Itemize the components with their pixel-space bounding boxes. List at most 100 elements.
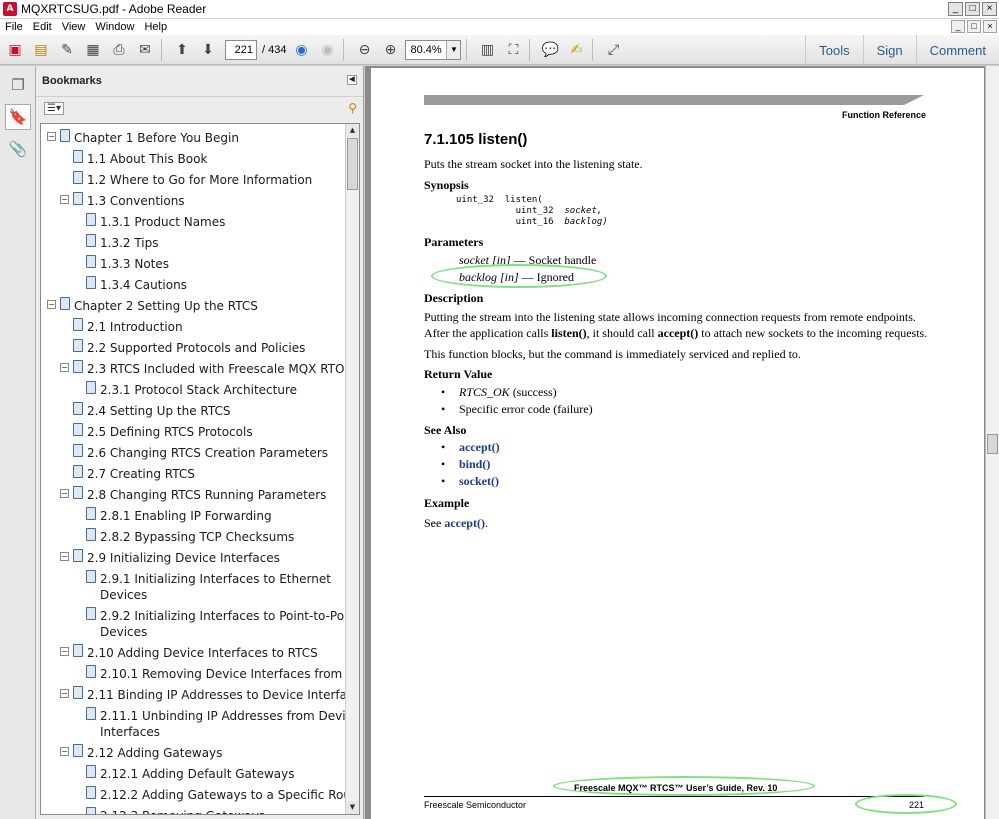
full-screen-icon[interactable]: ⤢	[602, 39, 624, 61]
previous-page-icon[interactable]: ⬆	[171, 39, 193, 61]
expand-collapse-icon[interactable]: −	[60, 647, 69, 656]
bookmark-item[interactable]: 2.12.2 Adding Gateways to a Specific Rou…	[41, 785, 359, 806]
bookmark-icon	[86, 507, 96, 520]
save-icon[interactable]: ▦	[82, 39, 104, 61]
bookmark-item[interactable]: 2.3.1 Protocol Stack Architecture	[41, 380, 347, 401]
print-icon[interactable]: ⎙	[108, 39, 130, 61]
expand-collapse-icon[interactable]: −	[47, 300, 56, 309]
minimize-button[interactable]: _	[948, 2, 963, 16]
bookmark-item[interactable]: 2.9.1 Initializing Interfaces to Etherne…	[41, 569, 347, 606]
attachments-icon[interactable]: 📎	[5, 136, 31, 162]
create-pdf-icon[interactable]: ▣	[4, 39, 26, 61]
doc-minimize-button[interactable]: _	[951, 20, 965, 33]
scroll-down-icon[interactable]: ▼	[346, 801, 359, 814]
highlight-icon[interactable]: ✍	[565, 39, 587, 61]
bookmark-item[interactable]: − 2.3 RTCS Included with Freescale MQX RT…	[41, 359, 352, 380]
comment-bubble-icon[interactable]: 💬	[539, 39, 561, 61]
link-accept[interactable]: accept()	[459, 440, 500, 455]
bookmark-icon	[73, 150, 83, 163]
menu-view[interactable]: View	[57, 21, 91, 33]
find-bookmark-icon[interactable]: ⚲	[348, 101, 357, 115]
document-scroll-thumb[interactable]	[987, 434, 998, 454]
bookmark-item[interactable]: 2.1 Introduction	[41, 317, 347, 338]
expand-collapse-icon[interactable]: −	[60, 489, 69, 498]
bookmark-item[interactable]: 2.10.1 Removing Device Interfaces from R…	[41, 664, 359, 685]
expand-collapse-icon[interactable]: −	[60, 195, 69, 204]
zoom-in-icon[interactable]: ⊕	[379, 39, 401, 61]
bookmark-item[interactable]: 2.7 Creating RTCS	[41, 464, 347, 485]
document-scrollbar[interactable]	[985, 66, 999, 819]
close-button[interactable]: ×	[982, 2, 997, 16]
bookmark-item[interactable]: − 2.8 Changing RTCS Running Parameters	[41, 485, 347, 506]
bookmark-item[interactable]: 1.3.1 Product Names	[41, 212, 347, 233]
bookmark-item[interactable]: 2.9.2 Initializing Interfaces to Point-t…	[41, 606, 359, 643]
collapse-panel-icon[interactable]: ◀	[347, 75, 357, 85]
zoom-out-icon[interactable]: ⊖	[353, 39, 375, 61]
zoom-select[interactable]: 80.4% ▼	[405, 39, 462, 60]
expand-collapse-icon[interactable]: −	[60, 552, 69, 561]
link-accept-example[interactable]: accept()	[444, 516, 485, 530]
bookmark-item[interactable]: − 2.11 Binding IP Addresses to Device Int…	[41, 685, 359, 706]
fit-width-icon[interactable]: ⛶	[502, 39, 524, 61]
bookmark-item[interactable]: − Chapter 1 Before You Begin	[41, 128, 347, 149]
menu-file[interactable]: File	[0, 21, 28, 33]
bookmark-label: Chapter 2 Setting Up the RTCS	[74, 299, 258, 313]
bookmark-item[interactable]: 1.2 Where to Go for More Information	[41, 170, 347, 191]
bookmark-item[interactable]: − 1.3 Conventions	[41, 191, 347, 212]
options-menu-icon[interactable]: ☰▾	[44, 102, 64, 115]
page-thumbnails-icon[interactable]: ❐	[5, 72, 31, 98]
scroll-thumb[interactable]	[347, 138, 358, 190]
bookmarks-scrollbar[interactable]: ▲ ▼	[345, 124, 359, 814]
bookmark-label: 2.12.3 Removing Gateways	[100, 808, 265, 814]
doc-close-button[interactable]: ×	[983, 20, 997, 33]
bookmark-item[interactable]: 2.5 Defining RTCS Protocols	[41, 422, 347, 443]
menu-help[interactable]: Help	[139, 21, 172, 33]
bookmark-item[interactable]: 2.12.3 Removing Gateways	[41, 806, 347, 814]
bookmark-item[interactable]: 2.11.1 Unbinding IP Addresses from Devic…	[41, 706, 359, 743]
expand-collapse-icon[interactable]: −	[47, 132, 56, 141]
bookmark-item[interactable]: 2.8.2 Bypassing TCP Checksums	[41, 527, 347, 548]
menu-edit[interactable]: Edit	[28, 21, 57, 33]
bookmark-label-continued: Devices	[100, 588, 148, 602]
menu-window[interactable]: Window	[90, 21, 139, 33]
bookmark-item[interactable]: − Chapter 2 Setting Up the RTCS	[41, 296, 347, 317]
tools-link[interactable]: Tools	[805, 35, 862, 65]
bookmark-item[interactable]: 1.1 About This Book	[41, 149, 347, 170]
fit-page-icon[interactable]: ▥	[476, 39, 498, 61]
bookmark-item[interactable]: 1.3.2 Tips	[41, 233, 347, 254]
email-icon[interactable]: ✉	[134, 39, 156, 61]
bookmark-icon	[86, 707, 96, 720]
bookmark-item[interactable]: 2.4 Setting Up the RTCS	[41, 401, 347, 422]
expand-collapse-icon[interactable]: −	[60, 363, 69, 372]
chevron-down-icon[interactable]: ▼	[446, 40, 461, 59]
next-page-icon[interactable]: ⬇	[197, 39, 219, 61]
page-number-input[interactable]	[225, 39, 257, 60]
comment-link[interactable]: Comment	[915, 35, 999, 65]
bookmark-label: 2.5 Defining RTCS Protocols	[87, 425, 253, 439]
expand-collapse-icon[interactable]: −	[60, 747, 69, 756]
bookmarks-icon[interactable]: 🔖	[5, 104, 31, 130]
doc-restore-button[interactable]: □	[967, 20, 981, 33]
bookmark-item[interactable]: 1.3.4 Cautions	[41, 275, 347, 296]
edit-icon[interactable]: ✎	[56, 39, 78, 61]
sign-link[interactable]: Sign	[862, 35, 916, 65]
bookmark-icon	[73, 192, 83, 205]
last-page-icon[interactable]: ◉	[316, 39, 338, 61]
bookmark-item[interactable]: − 2.10 Adding Device Interfaces to RTCS	[41, 643, 347, 664]
bookmark-item[interactable]: − 2.12 Adding Gateways	[41, 743, 347, 764]
bookmark-item[interactable]: 1.3.3 Notes	[41, 254, 347, 275]
first-page-icon[interactable]: ◉	[290, 39, 312, 61]
scroll-up-icon[interactable]: ▲	[346, 124, 359, 137]
bookmark-item[interactable]: 2.2 Supported Protocols and Policies	[41, 338, 347, 359]
bookmark-label: 1.3.2 Tips	[100, 236, 159, 250]
bookmark-item[interactable]: 2.6 Changing RTCS Creation Parameters	[41, 443, 347, 464]
link-socket[interactable]: socket()	[459, 474, 499, 489]
open-icon[interactable]: ▤	[30, 39, 52, 61]
bookmark-item[interactable]: 2.12.1 Adding Default Gateways	[41, 764, 347, 785]
expand-collapse-icon[interactable]: −	[60, 689, 69, 698]
maximize-button[interactable]: □	[965, 2, 980, 16]
bookmark-item[interactable]: 2.8.1 Enabling IP Forwarding	[41, 506, 347, 527]
link-bind[interactable]: bind()	[459, 457, 490, 472]
bookmark-icon	[86, 213, 96, 226]
bookmark-item[interactable]: − 2.9 Initializing Device Interfaces	[41, 548, 347, 569]
